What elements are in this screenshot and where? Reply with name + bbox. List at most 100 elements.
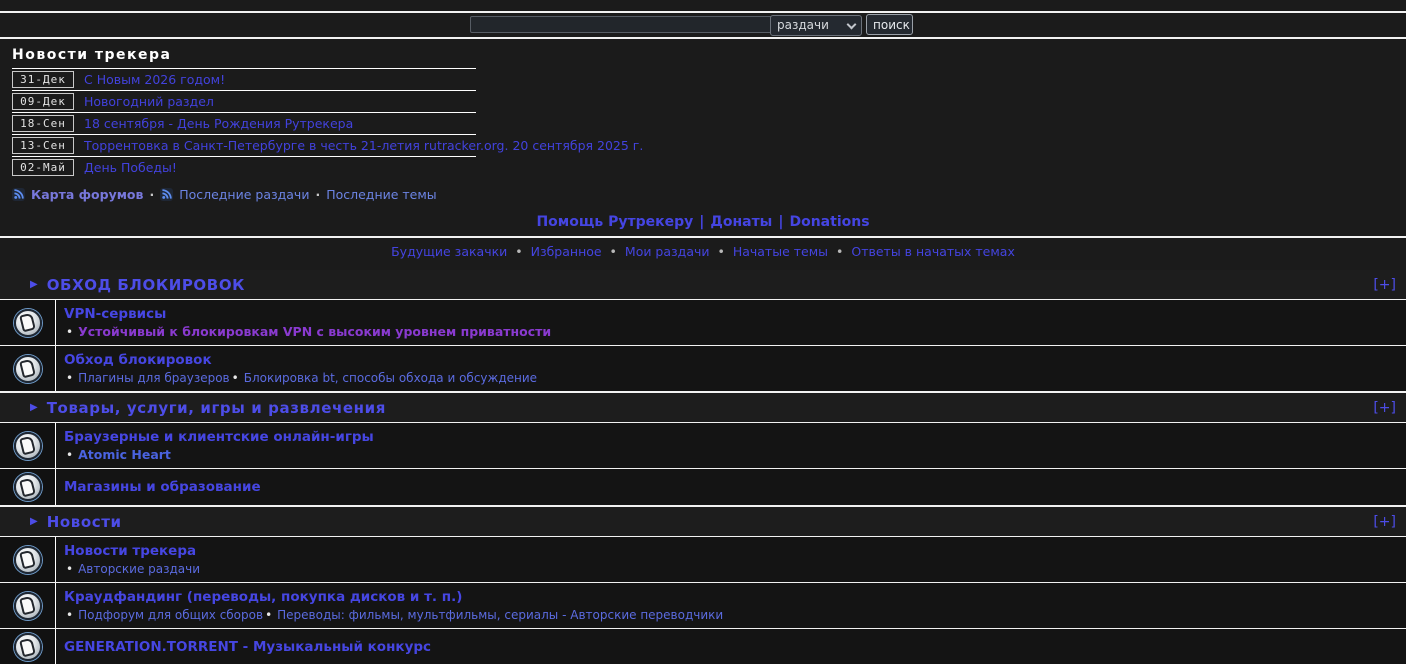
forum-title-link[interactable]: Магазины и образование [64,478,261,496]
forum-title-link[interactable]: Браузерные и клиентские онлайн-игры [64,429,374,445]
category-title-link[interactable]: Товары, услуги, игры и развлечения [47,399,386,417]
search-input[interactable] [470,16,774,33]
forum-icon [13,633,42,661]
forum-title-link[interactable]: Новости трекера [64,543,196,559]
category-collapse-toggle[interactable]: [+] [1373,400,1396,416]
forum-text-cell: GENERATION.TORRENT - Музыкальный конкурс [55,629,1406,664]
rss-icon[interactable] [160,188,174,201]
news-date-badge: 13-Сен [12,137,74,154]
user-menu: Будущие закачки • Избранное • Мои раздач… [0,244,1406,266]
forum-icon-cell [0,423,55,468]
news-date-badge: 18-Сен [12,115,74,132]
forum-icon [13,308,42,337]
news-row: 31-Дек С Новым 2026 годом! [12,69,476,91]
divider [0,37,1406,39]
news-link[interactable]: Новогодний раздел [84,94,214,109]
forum-icon-cell [0,537,55,582]
donate-link[interactable]: Donations [789,214,869,230]
user-menu-link[interactable]: Избранное [531,244,602,259]
subforum-link[interactable]: Блокировка bt, способы обхода и обсужден… [244,371,537,385]
menu-separator: • [832,244,848,259]
category-header: ▶ ОБХОД БЛОКИРОВОК [+] [0,270,1406,299]
news-link[interactable]: С Новым 2026 годом! [84,72,225,87]
forum-icon [13,431,42,460]
category-collapse-toggle[interactable]: [+] [1373,514,1396,530]
forum-icon-cell [0,300,55,345]
news-row: 18-Сен 18 сентября - День Рождения Рутре… [12,113,476,135]
subforum-link[interactable]: Плагины для браузеров [78,371,230,385]
category-title-link[interactable]: ОБХОД БЛОКИРОВОК [47,276,245,294]
feeds-row: Карта форумов · Последние раздачи · Последн… [12,187,1406,202]
feed-link[interactable]: Карта форумов [31,187,143,202]
category-expand-arrow-icon[interactable]: ▶ [30,402,38,413]
user-menu-link[interactable]: Ответы в начатых темах [851,244,1015,259]
news-link[interactable]: День Победы! [84,160,177,175]
forum-icon-cell [0,346,55,391]
category-header: ▶ Новости [+] [0,507,1406,536]
bullet: • [231,371,239,385]
category-collapse-toggle[interactable]: [+] [1373,277,1396,293]
forum-text-cell: Магазины и образование [55,469,1406,505]
top-strip [0,0,1406,11]
forum-title-link[interactable]: Краудфандинг (переводы, покупка дисков и… [64,589,462,605]
forum-row: Магазины и образование [0,469,1406,505]
forum-row: VPN-сервисы • Устойчивый к блокировкам VP… [0,300,1406,345]
forum-icon-cell [0,469,55,505]
news-title: Новости трекера [12,47,172,63]
divider [0,236,1406,238]
category-expand-arrow-icon[interactable]: ▶ [30,516,38,527]
feed-link[interactable]: Последние темы [326,187,436,202]
news-row: 09-Дек Новогодний раздел [12,91,476,113]
subforum-link[interactable]: Atomic Heart [78,447,171,462]
news-row: 02-Май День Победы! [12,157,476,178]
category-expand-arrow-icon[interactable]: ▶ [30,279,38,290]
menu-separator: • [511,244,527,259]
forum-title-link[interactable]: VPN-сервисы [64,306,166,322]
page-root: раздачи поиск Новости трекера 31-Дек С Н… [0,0,1406,664]
subforum-link[interactable]: Авторские раздачи [78,562,200,576]
search-category-select-wrap: раздачи [770,14,862,36]
donate-link[interactable]: Помощь Рутрекеру [536,214,693,230]
news-date-badge: 31-Дек [12,71,74,88]
forum-title-link[interactable]: Обход блокировок [64,352,212,368]
menu-separator: • [605,244,621,259]
subforum-link[interactable]: Переводы: фильмы, мультфильмы, сериалы -… [277,608,723,622]
forum-row: Браузерные и клиентские онлайн-игры • Ato… [0,423,1406,468]
search-button[interactable]: поиск [866,14,913,35]
rss-icon[interactable] [12,188,25,201]
menu-separator: • [713,244,729,259]
user-menu-link[interactable]: Начатые темы [733,244,828,259]
donate-row: Помощь Рутрекеру | Донаты | Donations [0,214,1406,236]
forum-row: GENERATION.TORRENT - Музыкальный конкурс [0,629,1406,664]
feed-separator: · [315,187,321,202]
donate-link[interactable]: Донаты [710,214,772,230]
bullet: • [265,608,273,622]
news-link[interactable]: 18 сентября - День Рождения Рутрекера [84,116,353,131]
bullet: • [66,325,74,339]
forum-icon [13,545,42,574]
news-link[interactable]: Торрентовка в Санкт-Петербурге в честь 2… [84,138,643,153]
news-date-badge: 02-Май [12,159,74,176]
forum-icon-cell [0,583,55,628]
forum-icon [13,473,42,501]
category-header: ▶ Товары, услуги, игры и развлечения [+] [0,393,1406,422]
news-date-badge: 09-Дек [12,93,74,110]
forum-icon-cell [0,629,55,664]
user-menu-link[interactable]: Будущие закачки [391,244,507,259]
forum-text-cell: Браузерные и клиентские онлайн-игры • Ato… [55,423,1406,468]
subforum-link[interactable]: Устойчивый к блокировкам VPN с высоким у… [78,324,551,339]
forum-title-link[interactable]: GENERATION.TORRENT - Музыкальный конкурс [64,638,431,656]
search-category-select[interactable]: раздачи [770,14,862,36]
user-menu-link[interactable]: Мои раздачи [625,244,710,259]
forum-text-cell: Новости трекера • Авторские раздачи [55,537,1406,582]
forum-text-cell: Обход блокировок • Плагины для браузеров •… [55,346,1406,391]
category-title-link[interactable]: Новости [47,513,122,531]
bullet: • [66,562,74,576]
feed-link[interactable]: Последние раздачи [179,187,309,202]
forum-row: Краудфандинг (переводы, покупка дисков и… [0,583,1406,628]
news-row: 13-Сен Торрентовка в Санкт-Петербурге в … [12,135,643,157]
forum-row: Новости трекера • Авторские раздачи [0,537,1406,582]
subforum-link[interactable]: Подфорум для общих сборов [78,608,263,622]
news-table: 31-Дек С Новым 2026 годом! 09-Дек Нового… [12,68,643,178]
forum-row: Обход блокировок • Плагины для браузеров •… [0,346,1406,391]
